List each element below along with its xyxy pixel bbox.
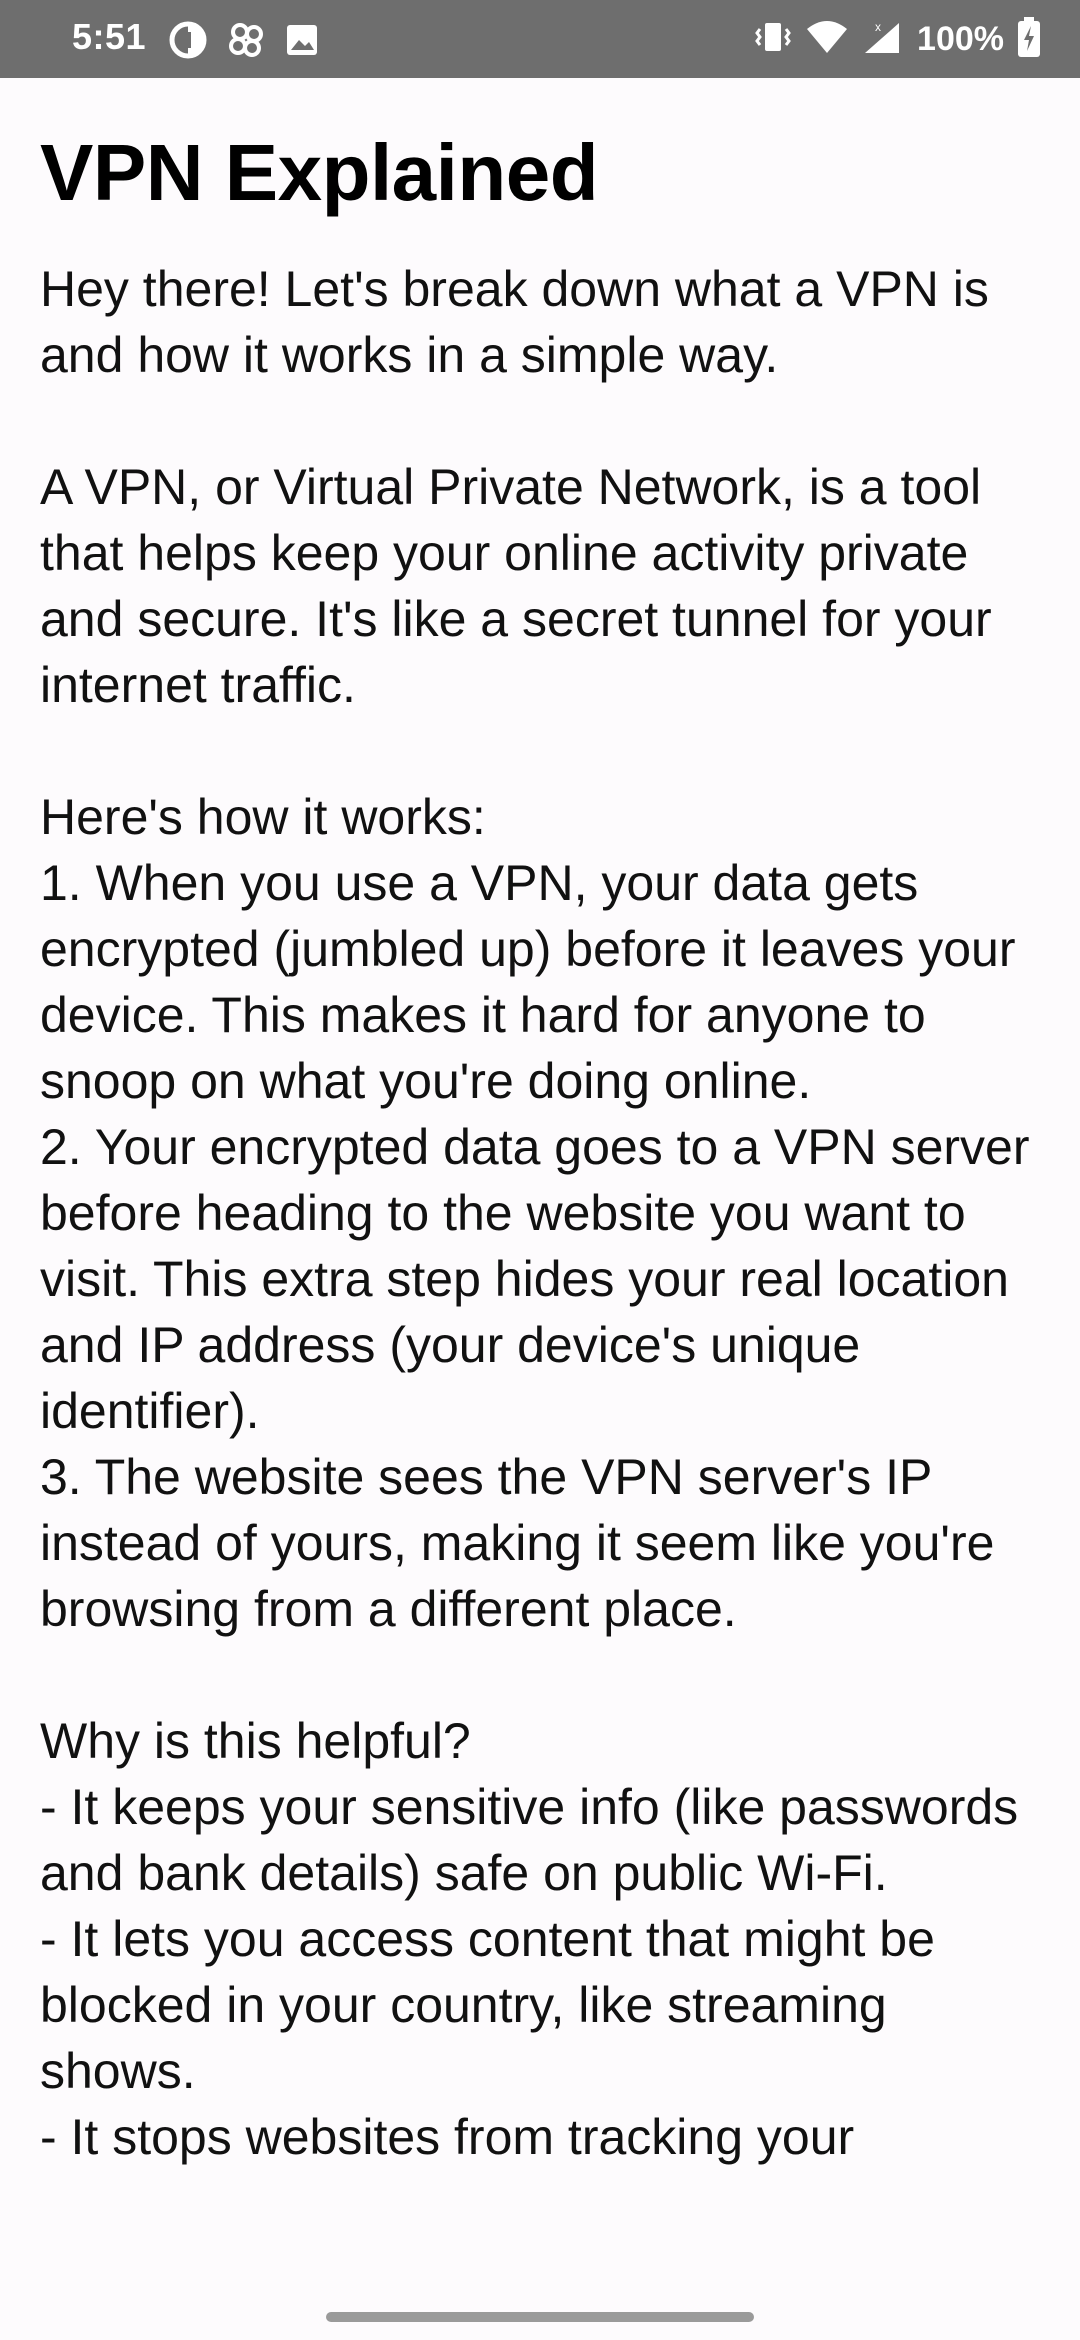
status-system-icons: x 100%: [753, 16, 1042, 63]
status-notification-icons: [168, 20, 320, 65]
vibrate-icon: [753, 17, 793, 62]
article-body: Hey there! Let's break down what a VPN i…: [40, 261, 1030, 2165]
cell-signal-icon: x: [861, 17, 905, 62]
battery-charging-icon: [1016, 16, 1042, 63]
image-icon: [284, 22, 320, 63]
screen: 5:51 x 100% VPN Explained Hey there! Let…: [0, 0, 1080, 2340]
gesture-handle[interactable]: [326, 2312, 754, 2322]
page-title: VPN Explained: [40, 128, 599, 217]
status-time: 5:51: [72, 16, 147, 57]
status-bar: 5:51 x 100%: [0, 0, 1080, 78]
svg-text:x: x: [875, 20, 881, 34]
article-content: VPN Explained Hey there! Let's break dow…: [40, 118, 1040, 2288]
wifi-icon: [805, 17, 849, 62]
pinwheel-app-icon: [226, 20, 266, 65]
data-saver-icon: [168, 20, 208, 65]
battery-percent: 100%: [917, 20, 1004, 58]
